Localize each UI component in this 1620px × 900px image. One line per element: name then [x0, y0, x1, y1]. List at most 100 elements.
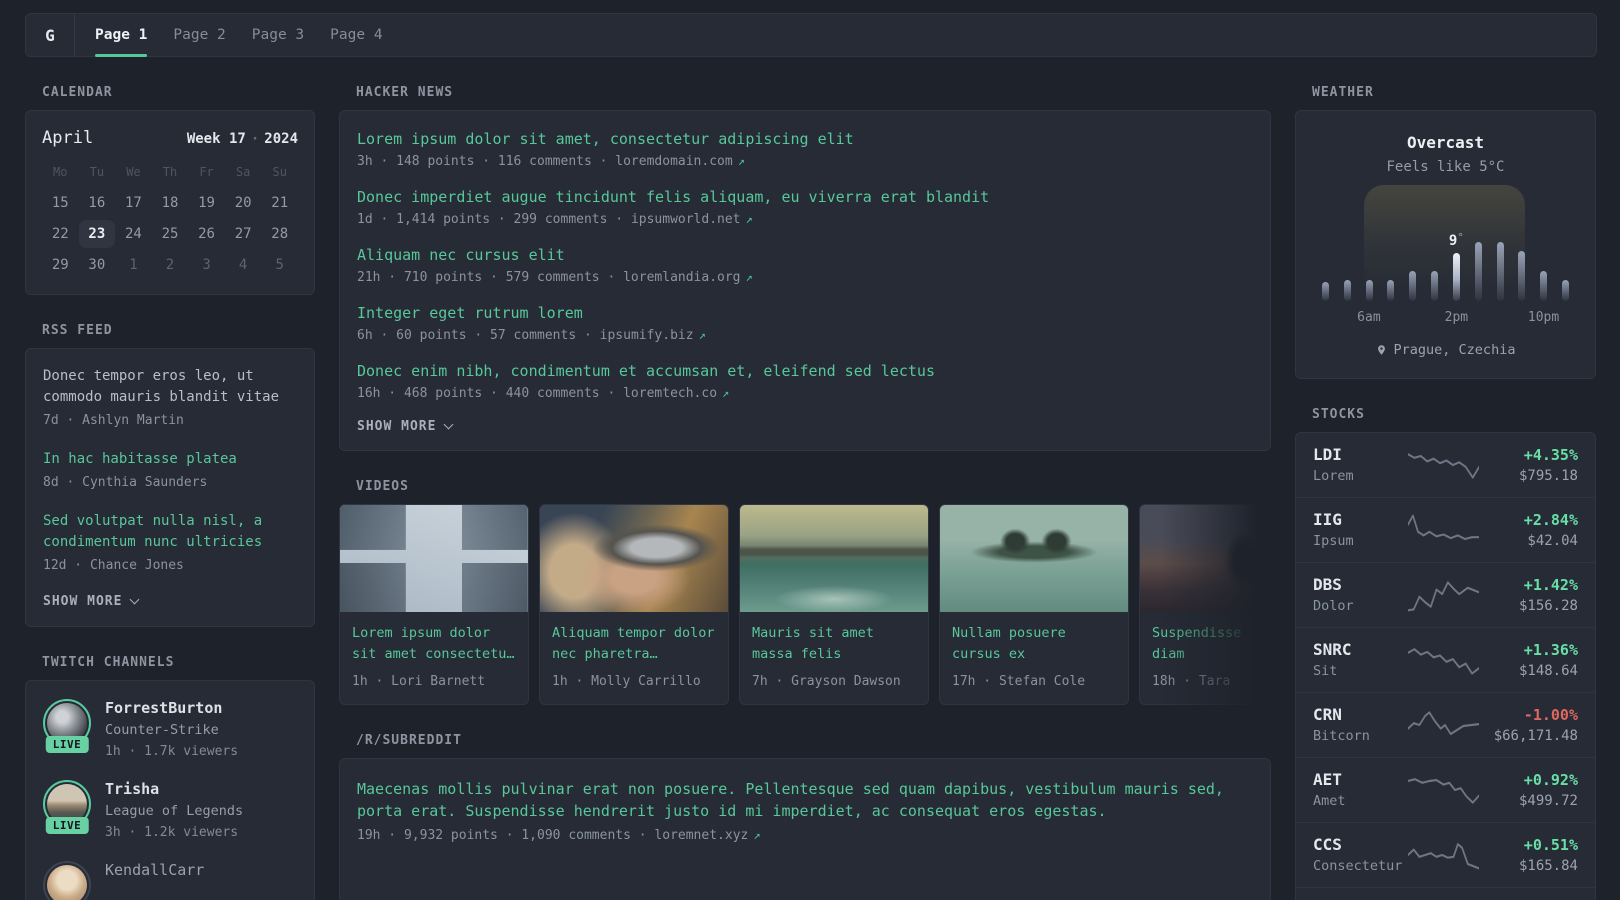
weather-bar[interactable] [1496, 242, 1504, 301]
weather-bar[interactable] [1365, 280, 1373, 301]
stock-values: +0.51% $165.84 [1479, 835, 1578, 875]
hackernews-item-title[interactable]: Donec imperdiet augue tincidunt felis al… [357, 187, 1253, 208]
video-title[interactable]: Aliquam tempor dolor nec pharetra… [540, 612, 728, 665]
rss-item-title[interactable]: Donec tempor eros leo, ut commodo mauris… [43, 366, 297, 408]
calendar-day[interactable]: 1 [115, 251, 152, 279]
stocks-panel: LDI Lorem +4.35% $795.18 IIG Ipsum +2.84… [1295, 432, 1596, 900]
stock-row[interactable]: IIG Ipsum +2.84% $42.04 [1296, 497, 1595, 562]
video-card[interactable]: Suspendisse diam 18h · Tara [1139, 504, 1271, 705]
stock-row[interactable]: CCS Consectetur +0.51% $165.84 [1296, 822, 1595, 887]
calendar-year: 2024 [264, 131, 298, 147]
weather-bar[interactable] [1431, 271, 1439, 301]
video-title[interactable]: Nullam posuere cursus ex [940, 612, 1128, 665]
calendar-day[interactable]: 16 [79, 189, 116, 217]
rss-show-more-button[interactable]: SHOW MORE [43, 594, 140, 609]
chevron-down-icon [130, 594, 140, 605]
stock-row[interactable]: SNRC Sit +1.36% $148.64 [1296, 627, 1595, 692]
nav-tab[interactable]: Page 3 [239, 14, 317, 56]
video-thumbnail[interactable] [940, 505, 1128, 612]
weather-bar[interactable] [1409, 271, 1417, 301]
weather-location[interactable]: Prague, Czechia [1316, 342, 1575, 358]
hackernews-item-title[interactable]: Lorem ipsum dolor sit amet, consectetur … [357, 129, 1253, 150]
hackernews-item-domain[interactable]: ipsumify.biz [600, 328, 694, 343]
video-title[interactable]: Lorem ipsum dolor sit amet consectetu… [340, 612, 528, 665]
video-title[interactable]: Mauris sit amet massa felis [740, 612, 928, 665]
stock-row[interactable]: CRN Bitcorn -1.00% $66,171.48 [1296, 692, 1595, 757]
calendar-day[interactable]: 4 [225, 251, 262, 279]
calendar-day[interactable]: 5 [261, 251, 298, 279]
hackernews-item-title[interactable]: Donec enim nibh, condimentum et accumsan… [357, 361, 1253, 382]
calendar-day[interactable]: 26 [188, 220, 225, 248]
video-thumbnail[interactable] [1140, 505, 1271, 612]
rss-item: Donec tempor eros leo, ut commodo mauris… [43, 366, 297, 429]
weather-bar[interactable]: 9° [1449, 231, 1464, 301]
stock-values: +2.84% $42.04 [1479, 510, 1578, 550]
video-thumbnail[interactable] [340, 505, 528, 612]
video-meta: 18h · Tara [1152, 674, 1231, 689]
weather-bar-fill [1561, 280, 1569, 301]
stock-ticker: CRN [1313, 705, 1342, 724]
weather-bar[interactable] [1518, 251, 1526, 301]
weather-bar[interactable] [1343, 280, 1351, 301]
stock-row[interactable]: LDI Lorem +4.35% $795.18 [1296, 433, 1595, 497]
calendar-day[interactable]: 23 [78, 220, 116, 248]
calendar-day[interactable]: 2 [152, 251, 189, 279]
calendar-day[interactable]: 20 [225, 189, 262, 217]
weather-bar-fill [1452, 253, 1460, 301]
video-thumbnail[interactable] [540, 505, 728, 612]
calendar-day[interactable]: 15 [42, 189, 79, 217]
rss-item-title[interactable]: In hac habitasse platea [43, 449, 297, 470]
video-thumbnail[interactable] [740, 505, 928, 612]
middle-column: HACKER NEWS Lorem ipsum dolor sit amet, … [339, 85, 1271, 900]
hackernews-show-more-button[interactable]: SHOW MORE [357, 419, 454, 434]
video-title[interactable]: Suspendisse diam [1140, 612, 1271, 665]
subreddit-post-title[interactable]: Maecenas mollis pulvinar erat non posuer… [357, 778, 1253, 822]
calendar-day[interactable]: 30 [79, 251, 116, 279]
video-card[interactable]: Lorem ipsum dolor sit amet consectetu… 1… [339, 504, 529, 705]
nav-tab[interactable]: Page 1 [82, 14, 160, 57]
video-card[interactable]: Mauris sit amet massa felis 7h · Grayson… [739, 504, 929, 705]
weather-bar[interactable] [1387, 280, 1395, 301]
hackernews-item-domain[interactable]: loremdomain.com [615, 154, 732, 169]
hackernews-item-title[interactable]: Integer eget rutrum lorem [357, 303, 1253, 324]
calendar-day[interactable]: 17 [115, 189, 152, 217]
calendar-widget: CALENDAR April Week 17 · 2024 Mo Tu We Th Fr Sa… [25, 85, 315, 295]
external-link-icon: ↗ [745, 270, 753, 284]
video-card[interactable]: Nullam posuere cursus ex 17h · Stefan Co… [939, 504, 1129, 705]
twitch-channel-row[interactable]: LIVE Trisha League of Legends 3h · 1.2k … [43, 780, 297, 841]
calendar-day[interactable]: 18 [152, 189, 189, 217]
calendar-day[interactable]: 21 [261, 189, 298, 217]
weather-bar[interactable] [1561, 280, 1569, 301]
hackernews-item-title[interactable]: Aliquam nec cursus elit [357, 245, 1253, 266]
nav-tab[interactable]: Page 2 [160, 14, 238, 56]
stock-row[interactable]: DBS Dolor +1.42% $156.28 [1296, 562, 1595, 627]
stock-values: +1.42% $156.28 [1479, 575, 1578, 615]
hackernews-item-domain[interactable]: loremlandia.org [623, 270, 740, 285]
calendar-day[interactable]: 24 [115, 220, 152, 248]
subreddit-post-stats: 19h · 9,932 points · 1,090 comments · [357, 828, 655, 843]
weather-bar[interactable] [1474, 242, 1482, 301]
hackernews-item-domain[interactable]: ipsumworld.net [631, 212, 741, 227]
rss-item-title[interactable]: Sed volutpat nulla nisl, a condimentum n… [43, 511, 297, 553]
stock-row[interactable]: AET Amet +0.92% $499.72 [1296, 757, 1595, 822]
rss-item: In hac habitasse platea 8d · Cynthia Sau… [43, 449, 297, 491]
calendar-day[interactable]: 3 [188, 251, 225, 279]
app-logo[interactable]: G [26, 14, 75, 56]
video-card[interactable]: Aliquam tempor dolor nec pharetra… 1h · … [539, 504, 729, 705]
subreddit-post-domain[interactable]: loremnet.xyz [654, 828, 748, 843]
weather-bar[interactable] [1322, 282, 1329, 301]
nav-tab[interactable]: Page 4 [317, 14, 395, 56]
twitch-channel-row[interactable]: LIVE ForrestBurton Counter-Strike 1h · 1… [43, 699, 297, 760]
calendar-day[interactable]: 28 [261, 220, 298, 248]
weather-bar[interactable] [1540, 271, 1548, 301]
twitch-channel-row[interactable]: LIVE KendallCarr [43, 861, 297, 900]
stock-row[interactable]: AHS +0.46% [1296, 887, 1595, 900]
weather-bar-fill [1474, 242, 1482, 301]
calendar-day[interactable]: 29 [42, 251, 79, 279]
calendar-day[interactable]: 19 [188, 189, 225, 217]
dashboard-grid: CALENDAR April Week 17 · 2024 Mo Tu We Th Fr Sa… [25, 85, 1597, 900]
calendar-day[interactable]: 27 [225, 220, 262, 248]
calendar-day[interactable]: 22 [42, 220, 79, 248]
calendar-day[interactable]: 25 [152, 220, 189, 248]
hackernews-item-domain[interactable]: loremtech.co [623, 386, 717, 401]
